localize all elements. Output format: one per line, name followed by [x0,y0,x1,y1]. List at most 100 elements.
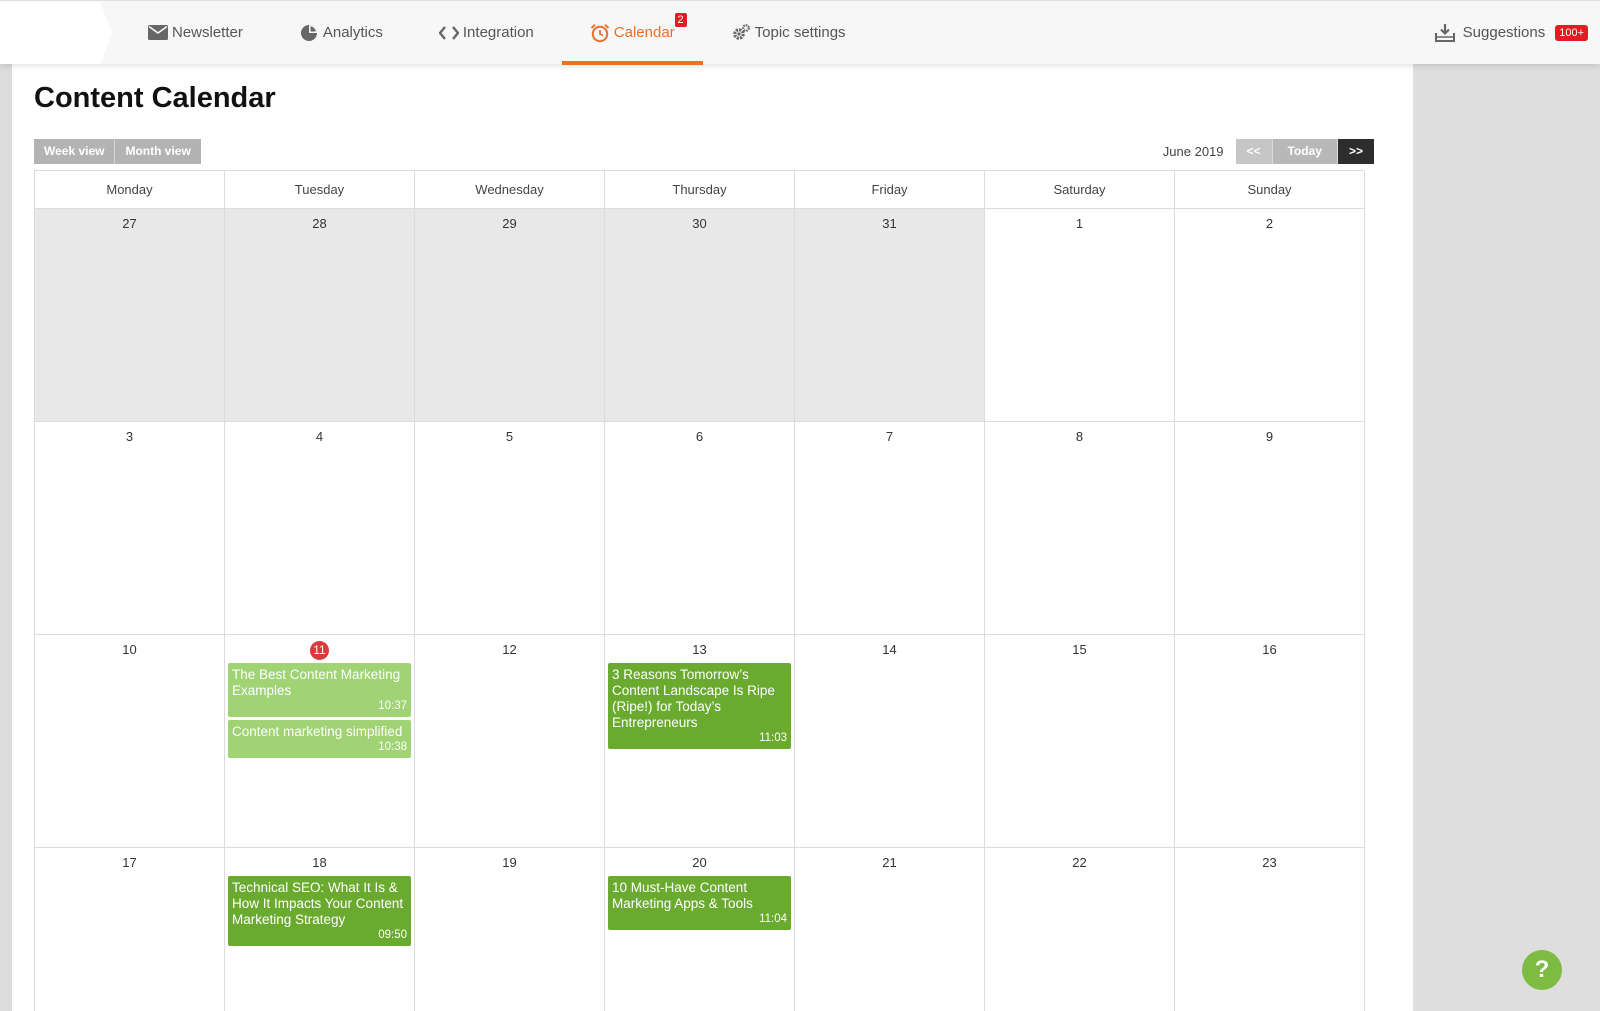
day-number: 19 [502,855,517,870]
calendar-day-today[interactable]: 11 The Best Content Marketing Examples 1… [225,635,415,848]
weekday-monday: Monday [35,171,225,209]
day-number: 3 [125,429,134,444]
day-number: 11 [310,641,329,660]
nav-label-topic-settings: Topic settings [754,24,846,41]
calendar-day[interactable]: 16 [1175,635,1365,848]
published-post[interactable]: 3 Reasons Tomorrow’s Content Landscape I… [608,663,791,749]
scheduled-post[interactable]: The Best Content Marketing Examples 10:3… [228,663,411,717]
event-list: 3 Reasons Tomorrow’s Content Landscape I… [605,658,794,749]
calendar-week: 27 28 29 30 31 1 2 [35,209,1365,422]
calendar-day[interactable]: 14 [795,635,985,848]
day-number: 13 [692,642,707,657]
calendar-day[interactable]: 31 [795,209,985,422]
calendar-count-badge: 2 [674,13,687,27]
calendar-day[interactable]: 18 Technical SEO: What It Is & How It Im… [225,848,415,1011]
post-title: 3 Reasons Tomorrow’s Content Landscape I… [612,667,775,730]
weekday-thursday: Thursday [605,171,795,209]
calendar-day[interactable]: 7 [795,422,985,635]
day-number: 6 [695,429,704,444]
day-number: 27 [122,216,137,231]
calendar-day[interactable]: 17 [35,848,225,1011]
right-side-panel [1413,64,1600,1011]
day-number: 9 [1265,429,1274,444]
calendar-day[interactable]: 4 [225,422,415,635]
month-calendar: Monday Tuesday Wednesday Thursday Friday… [34,170,1365,1011]
day-number: 2 [1265,216,1274,231]
calendar-week: 17 18 Technical SEO: What It Is & How It… [35,848,1365,1011]
calendar-day[interactable]: 12 [415,635,605,848]
calendar-day[interactable]: 13 3 Reasons Tomorrow’s Content Landscap… [605,635,795,848]
calendar-day[interactable]: 10 [35,635,225,848]
nav-label-integration: Integration [462,24,534,41]
calendar-day[interactable]: 29 [415,209,605,422]
calendar-day[interactable]: 15 [985,635,1175,848]
nav-item-calendar[interactable]: Calendar 2 [561,1,703,65]
next-month-button[interactable]: >> [1337,139,1374,164]
nav-item-integration[interactable]: Integration [411,1,562,64]
today-button[interactable]: Today [1272,139,1338,164]
week-view-button[interactable]: Week view [34,139,116,164]
day-number: 14 [882,642,897,657]
calendar-day[interactable]: 20 10 Must-Have Content Marketing Apps &… [605,848,795,1011]
calendar-day[interactable]: 30 [605,209,795,422]
nav-label-analytics: Analytics [322,24,383,41]
calendar-week: 3 4 5 6 7 8 9 [35,422,1365,635]
day-number: 8 [1075,429,1084,444]
calendar-day[interactable]: 21 [795,848,985,1011]
day-number: 4 [315,429,324,444]
published-post[interactable]: Technical SEO: What It Is & How It Impac… [228,876,411,946]
code-icon [438,24,459,42]
calendar-day[interactable]: 19 [415,848,605,1011]
nav-label-calendar: Calendar [613,24,675,41]
day-number: 15 [1072,642,1087,657]
calendar-day[interactable]: 5 [415,422,605,635]
calendar-day[interactable]: 23 [1175,848,1365,1011]
main-nav: Newsletter Analytics Integration Calenda… [120,1,874,65]
calendar-day[interactable]: 3 [35,422,225,635]
logo-area[interactable] [0,2,112,64]
calendar-week: 10 11 The Best Content Marketing Example… [35,635,1365,848]
calendar-day[interactable]: 8 [985,422,1175,635]
weekday-tuesday: Tuesday [225,171,415,209]
post-time: 11:04 [759,913,787,925]
weekday-sunday: Sunday [1175,171,1365,209]
month-view-button[interactable]: Month view [115,139,201,164]
day-number: 5 [505,429,514,444]
event-list: The Best Content Marketing Examples 10:3… [225,658,414,758]
calendar-day[interactable]: 2 [1175,209,1365,422]
day-number: 20 [692,855,707,870]
view-toggle: Week view Month view [34,139,201,164]
calendar-day[interactable]: 1 [985,209,1175,422]
nav-item-newsletter[interactable]: Newsletter [120,1,271,64]
left-gutter [0,64,12,1011]
today-indicator: 11 [225,641,414,660]
calendar-day[interactable]: 28 [225,209,415,422]
scheduled-post[interactable]: Content marketing simplified 10:38 [228,720,411,758]
day-number: 22 [1072,855,1087,870]
top-navigation: Newsletter Analytics Integration Calenda… [0,0,1600,65]
weekday-saturday: Saturday [985,171,1175,209]
previous-month-button[interactable]: << [1235,139,1273,164]
page-title: Content Calendar [34,82,276,114]
suggestions-label: Suggestions [1462,24,1546,41]
nav-item-analytics[interactable]: Analytics [271,1,411,64]
weekday-friday: Friday [795,171,985,209]
calendar-day[interactable]: 9 [1175,422,1365,635]
calendar-day[interactable]: 6 [605,422,795,635]
weekday-header: Monday Tuesday Wednesday Thursday Friday… [35,171,1365,209]
day-number: 10 [122,642,137,657]
post-title: Content marketing simplified [232,724,403,739]
calendar-day[interactable]: 22 [985,848,1175,1011]
event-list: 10 Must-Have Content Marketing Apps & To… [605,871,794,930]
calendar-day[interactable]: 27 [35,209,225,422]
envelope-icon [148,24,168,42]
event-list: Technical SEO: What It Is & How It Impac… [225,871,414,946]
nav-item-topic-settings[interactable]: Topic settings [703,1,874,64]
month-navigation: June 2019 << Today >> [1163,139,1374,164]
help-button[interactable]: ? [1522,950,1562,990]
alarm-clock-icon [590,23,610,42]
pie-chart-icon [299,24,319,42]
published-post[interactable]: 10 Must-Have Content Marketing Apps & To… [608,876,791,930]
suggestions-button[interactable]: Suggestions 100+ [1434,1,1588,64]
day-number: 31 [882,216,897,231]
